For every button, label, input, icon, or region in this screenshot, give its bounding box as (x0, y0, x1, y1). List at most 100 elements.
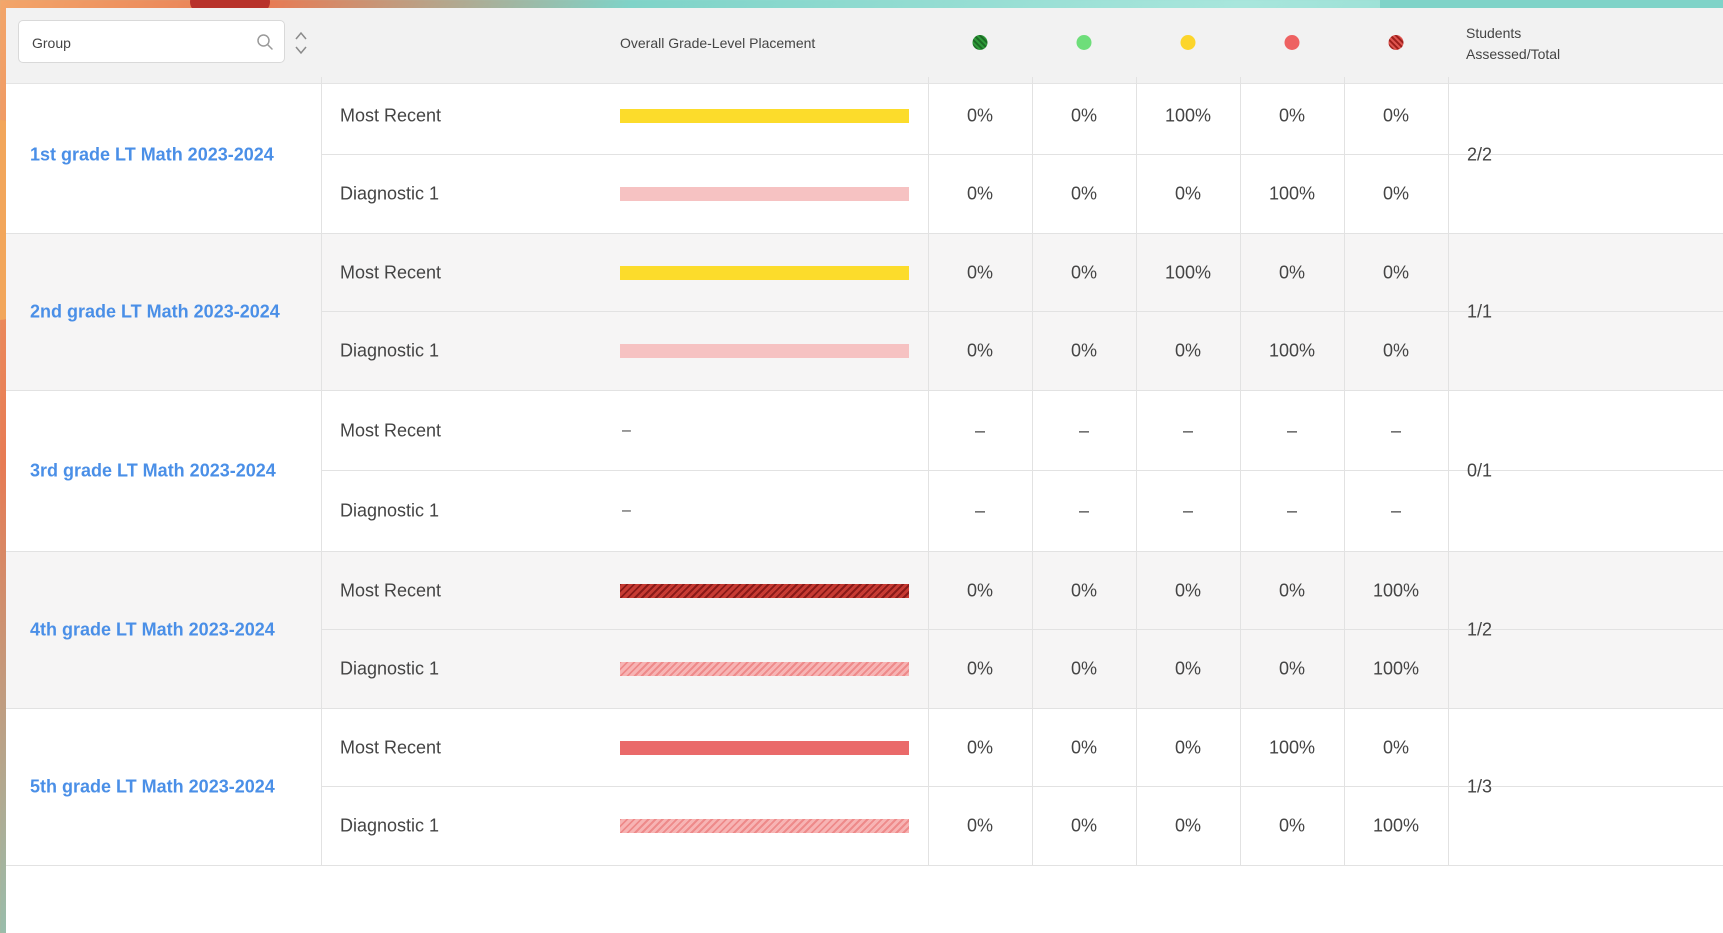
assessment-row: Diagnostic 1 0% 0% 0% 100% 0% (322, 155, 1723, 233)
group-row: 2nd grade LT Math 2023-2024 Most Recent 0%… (6, 234, 1723, 391)
group-row: 3rd grade LT Math 2023-2024 Most Recent – –… (6, 391, 1723, 552)
column-divider (1448, 787, 1449, 865)
percent-cell: 100% (1268, 737, 1316, 757)
table-header: Overall Grade-Level Placement Students A… (6, 8, 1723, 84)
percent-cell: 0% (1382, 183, 1410, 204)
column-divider (1344, 234, 1345, 311)
column-divider (1032, 630, 1033, 708)
column-divider (1240, 234, 1241, 311)
column-divider (1448, 471, 1449, 551)
column-divider (1136, 471, 1137, 551)
group-name-link[interactable]: 5th grade LT Math 2023-2024 (30, 777, 275, 798)
percent-cell: 0% (1174, 580, 1202, 600)
column-divider (1344, 77, 1345, 154)
group-name-link[interactable]: 4th grade LT Math 2023-2024 (30, 620, 275, 641)
column-divider (1032, 155, 1033, 233)
assessment-row: Most Recent 0% 0% 100% 0% 0% (322, 234, 1723, 312)
group-search-input[interactable] (30, 21, 254, 64)
column-divider (1344, 630, 1345, 708)
percent-cell: 0% (1278, 815, 1306, 836)
column-divider (1032, 471, 1033, 551)
percent-cell: – (1182, 500, 1194, 521)
sort-icon[interactable] (294, 30, 308, 56)
students-header-line2: Assessed/Total (1466, 46, 1561, 62)
percent-cell: 100% (1164, 105, 1212, 125)
percent-cell: 100% (1268, 340, 1316, 361)
column-divider (1240, 155, 1241, 233)
assessment-row: Diagnostic 1 0% 0% 0% 100% 0% (322, 312, 1723, 390)
column-divider (928, 471, 929, 551)
group-name-link[interactable]: 1st grade LT Math 2023-2024 (30, 145, 274, 166)
placement-column-header: Overall Grade-Level Placement (620, 35, 816, 51)
percent-cell: 0% (1070, 815, 1098, 836)
column-divider (1448, 552, 1449, 629)
assessment-row: Most Recent 0% 0% 100% 0% 0% (322, 77, 1723, 155)
column-divider (928, 155, 929, 233)
placement-bar[interactable] (620, 344, 909, 358)
students-header-line1: Students (1466, 25, 1522, 41)
assessment-label: Most Recent (340, 737, 442, 757)
percent-cell: 0% (1278, 262, 1306, 282)
students-assessed-value: 2/2 (1467, 144, 1493, 165)
assessment-label: Most Recent (340, 105, 442, 125)
assessment-label: Most Recent (340, 262, 442, 282)
assessment-row: Most Recent – – – – – – (322, 391, 1723, 471)
percent-cell: 0% (966, 105, 994, 125)
report-panel: Overall Grade-Level Placement Students A… (6, 8, 1723, 933)
percent-cell: – (1286, 500, 1298, 521)
percent-cell: 0% (1174, 340, 1202, 361)
placement-bar[interactable] (620, 819, 909, 833)
placement-bar[interactable] (620, 265, 909, 280)
column-divider (1032, 391, 1033, 470)
column-divider (1344, 471, 1345, 551)
percent-cell: – (1390, 500, 1402, 521)
column-divider (1448, 630, 1449, 708)
column-divider (1448, 312, 1449, 390)
group-row: 1st grade LT Math 2023-2024 Most Recent 0%… (6, 77, 1723, 234)
percent-cell: – (1078, 420, 1090, 440)
column-divider (1032, 312, 1033, 390)
column-divider (1344, 709, 1345, 786)
above-grade-hatched-icon (972, 35, 988, 50)
search-icon[interactable] (256, 33, 274, 51)
group-name-link[interactable]: 2nd grade LT Math 2023-2024 (30, 302, 280, 323)
percent-cell: 0% (1174, 737, 1202, 757)
column-divider (1448, 391, 1449, 470)
percent-cell: 0% (1174, 815, 1202, 836)
students-assessed-value: 1/3 (1467, 776, 1493, 797)
column-divider (1448, 709, 1449, 786)
placement-bar[interactable] (620, 740, 909, 755)
assessment-label: Diagnostic 1 (340, 340, 440, 361)
column-divider (1240, 630, 1241, 708)
column-divider (1136, 787, 1137, 865)
placement-bar[interactable] (620, 108, 909, 123)
placement-empty: – (622, 502, 631, 519)
percent-cell: 0% (966, 815, 994, 836)
placement-bar[interactable] (620, 187, 909, 201)
column-divider (1240, 709, 1241, 786)
column-divider (928, 312, 929, 390)
placement-bar[interactable] (620, 662, 909, 676)
column-divider (1136, 630, 1137, 708)
column-divider (1032, 552, 1033, 629)
placement-bar[interactable] (620, 583, 909, 598)
column-divider (1136, 312, 1137, 390)
column-divider (1240, 471, 1241, 551)
group-search-box[interactable] (18, 20, 285, 64)
students-assessed-value: 1/2 (1467, 619, 1493, 640)
percent-cell: 0% (966, 262, 994, 282)
assessment-row: Most Recent 0% 0% 0% 100% 0% (322, 709, 1723, 787)
percent-cell: 0% (966, 737, 994, 757)
column-divider (928, 77, 929, 154)
students-column-header: Students Assessed/Total (1466, 23, 1576, 65)
students-assessed-value: 1/1 (1467, 301, 1493, 322)
group-name-link[interactable]: 3rd grade LT Math 2023-2024 (30, 461, 276, 482)
column-divider (1344, 155, 1345, 233)
column-divider (1448, 155, 1449, 233)
percent-cell: 0% (1382, 105, 1410, 125)
one-below-yellow-icon (1180, 35, 1196, 50)
on-grade-green-icon (1076, 35, 1092, 50)
percent-cell: 0% (1070, 105, 1098, 125)
percent-cell: – (974, 420, 986, 440)
assessment-label: Diagnostic 1 (340, 658, 440, 679)
